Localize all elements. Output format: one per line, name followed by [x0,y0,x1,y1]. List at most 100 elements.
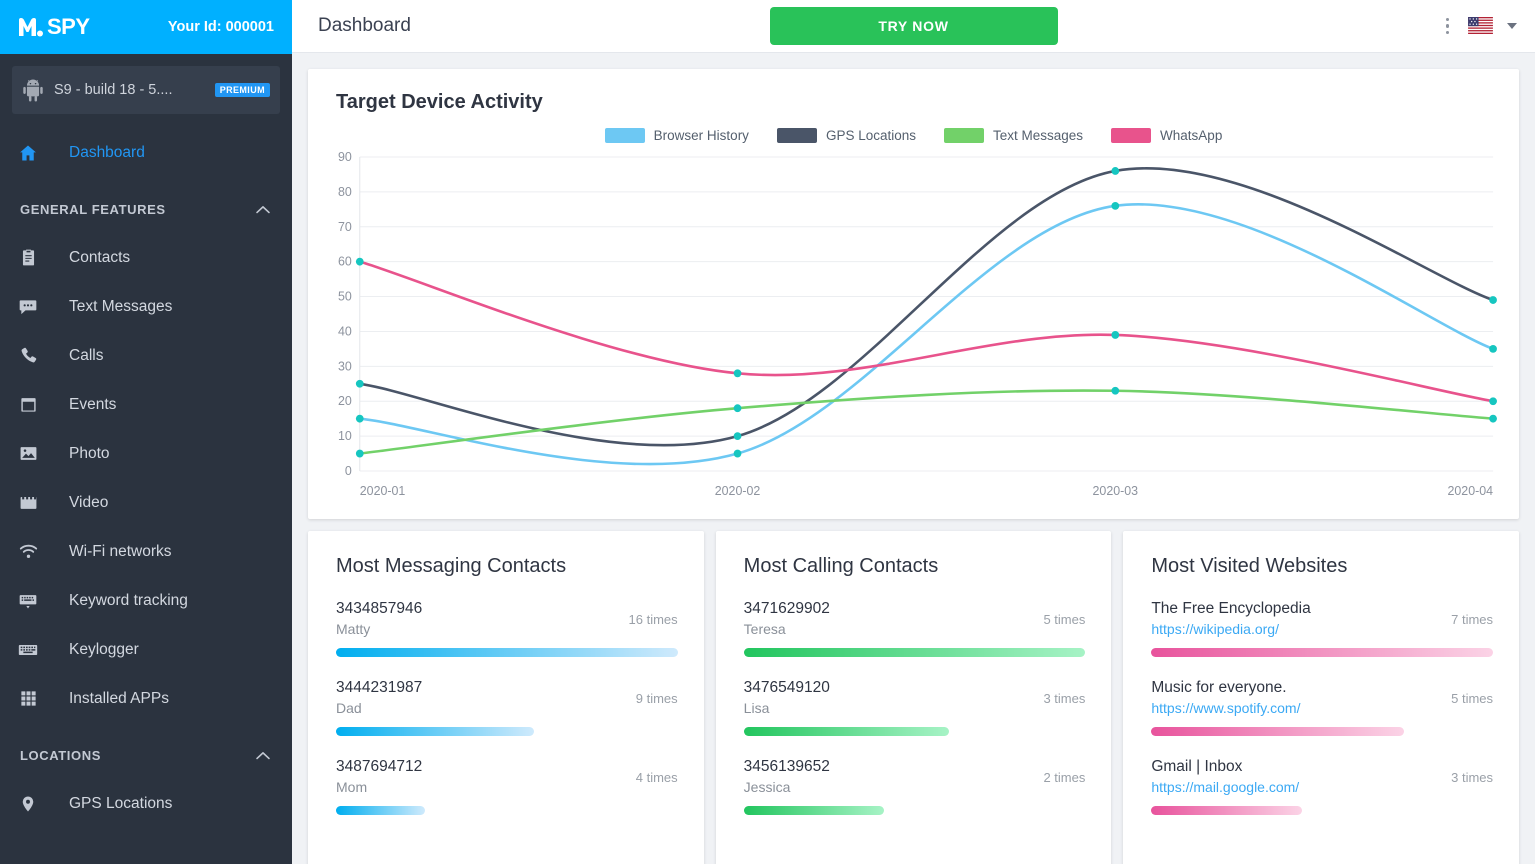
data-point[interactable] [1111,386,1120,395]
list-item-secondary: Dad [336,699,362,716]
progress-bar [743,805,884,815]
legend-item[interactable]: Browser History [604,127,749,143]
legend-swatch [1111,127,1152,143]
list-item[interactable]: 3487694712 Mom 4 times [336,758,678,815]
data-point[interactable] [733,449,742,457]
mspy-logo[interactable]: SPY [18,14,90,40]
list-item[interactable]: The Free Encyclopedia https://wikipedia.o… [1151,600,1494,657]
chevron-down-icon[interactable] [1507,22,1517,29]
home-icon [14,143,42,163]
data-point[interactable] [1489,295,1497,304]
legend-item[interactable]: WhatsApp [1111,127,1222,143]
sidebar-item-contacts[interactable]: Contacts [0,233,292,282]
y-axis-tick-label: 20 [338,394,352,408]
list-item-primary: The Free Encyclopedia [1151,599,1311,617]
data-point[interactable] [355,379,364,388]
list-item-texts: 3471629902 Teresa [744,600,1032,637]
list-item-primary: 3456139652 [743,757,830,775]
list-item[interactable]: 3471629902 Teresa 5 times [743,600,1086,657]
progress-bar [1151,726,1405,736]
legend-item[interactable]: Text Messages [944,127,1083,143]
sidebar-item-installed-apps[interactable]: Installed APPs [0,674,292,723]
more-options-icon[interactable] [1441,14,1455,39]
data-point[interactable] [355,414,364,423]
list-item-texts: The Free Encyclopedia https://wikipedia.o… [1151,600,1439,637]
sidebar-item-label: Dashboard [69,143,145,161]
sidebar-group-locations[interactable]: LOCATIONS [0,723,292,779]
chart-plot: 0 10 20 30 40 50 60 70 80 90 2020-01 2020-02 2020-03… [322,149,1505,509]
list-item[interactable]: 3456139652 Jessica 2 times [743,758,1086,815]
sidebar-item-events[interactable]: Events [0,380,292,429]
sidebar-item-label: GPS Locations [69,794,173,812]
content-area: Target Device Activity Browser History GP… [292,53,1535,864]
summary-card: Most Messaging Contacts 3434857946 Matty 16… [308,530,704,864]
us-flag-icon[interactable] [1468,17,1493,35]
list-item-count: 5 times [1043,611,1086,627]
sidebar: SPY Your Id: 000001 S9 - build 18 - 5...… [0,0,292,864]
list-item-primary: 3476549120 [743,678,830,696]
sidebar-item-dashboard[interactable]: Dashboard [0,128,292,177]
list-item-count: 3 times [1043,690,1086,706]
list-item-primary: Gmail | Inbox [1151,757,1243,775]
summary-card: Most Visited Websites The Free Encycloped… [1123,530,1520,864]
device-selector[interactable]: S9 - build 18 - 5.... PREMIUM [12,66,280,114]
data-point[interactable] [1111,201,1120,210]
data-point[interactable] [733,431,742,440]
y-axis-tick-label: 90 [338,149,352,163]
data-point[interactable] [733,368,742,377]
sidebar-item-calls[interactable]: Calls [0,331,292,380]
activity-chart-card: Target Device Activity Browser History GP… [308,68,1519,519]
sidebar-item-text-messages[interactable]: Text Messages [0,282,292,331]
sidebar-item-video[interactable]: Video [0,478,292,527]
sidebar-item-label: Events [69,395,117,413]
data-point[interactable] [733,403,742,412]
list-item-texts: 3487694712 Mom [336,758,624,795]
sidebar-item-keylogger[interactable]: Keylogger [0,625,292,674]
data-point[interactable] [1111,330,1120,339]
list-item[interactable]: 3434857946 Matty 16 times [336,600,678,657]
top-bar-actions [1441,14,1517,39]
data-point[interactable] [1489,396,1497,405]
series-line [358,388,1495,455]
list-item[interactable]: 3476549120 Lisa 3 times [743,678,1086,736]
sidebar-item-keyword-tracking[interactable]: Keyword tracking [0,576,292,625]
list-item-header: 3487694712 Mom 4 times [336,758,678,795]
list-item[interactable]: Gmail | Inbox https://mail.google.com/3 t… [1151,758,1493,815]
data-point[interactable] [1489,344,1497,353]
sidebar-group-general-features[interactable]: GENERAL FEATURES [0,177,292,233]
list-item-count: 7 times [1451,611,1494,627]
list-item-header: 3456139652 Jessica 2 times [744,758,1086,795]
list-item-header: Gmail | Inbox https://mail.google.com/3 t… [1151,758,1493,795]
list-item[interactable]: 3444231987 Dad 9 times [336,679,678,736]
data-point[interactable] [1489,414,1497,423]
list-item-count: 3 times [1451,769,1494,785]
keyword-icon [14,591,42,611]
list-item-url[interactable]: https://www.spotify.com/ [1151,700,1439,716]
progress-track [743,726,1086,736]
video-icon [14,493,42,512]
list-item-url[interactable]: https://mail.google.com/ [1151,779,1439,795]
legend-item[interactable]: GPS Locations [776,127,916,143]
list-item-url[interactable]: https://wikipedia.org/ [1151,621,1439,637]
list-item-texts: 3456139652 Jessica [744,758,1032,795]
progress-bar [336,726,535,736]
progress-track [336,805,678,815]
list-item-secondary: Lisa [743,699,770,716]
list-item-primary: 3487694712 [336,757,423,775]
list-item[interactable]: Music for everyone. https://www.spotify.c… [1151,679,1493,736]
try-now-button[interactable]: TRY NOW [769,6,1058,45]
sidebar-item-label: Calls [69,346,104,364]
data-point[interactable] [355,257,364,266]
sidebar-item-photo[interactable]: Photo [0,429,292,478]
x-axis-tick-label: 2020-02 [715,483,761,497]
contacts-icon [14,248,42,267]
sidebar-item-wifi-networks[interactable]: Wi-Fi networks [0,527,292,576]
y-axis-tick-label: 60 [338,254,352,268]
calendar-icon [14,395,42,414]
data-point[interactable] [355,449,364,457]
grid-icon [14,689,42,708]
sidebar-item-gps-locations[interactable]: GPS Locations [0,779,292,828]
sidebar-item-label: Contacts [69,248,131,266]
data-point[interactable] [1111,166,1120,175]
device-name-label: S9 - build 18 - 5.... [54,82,173,98]
